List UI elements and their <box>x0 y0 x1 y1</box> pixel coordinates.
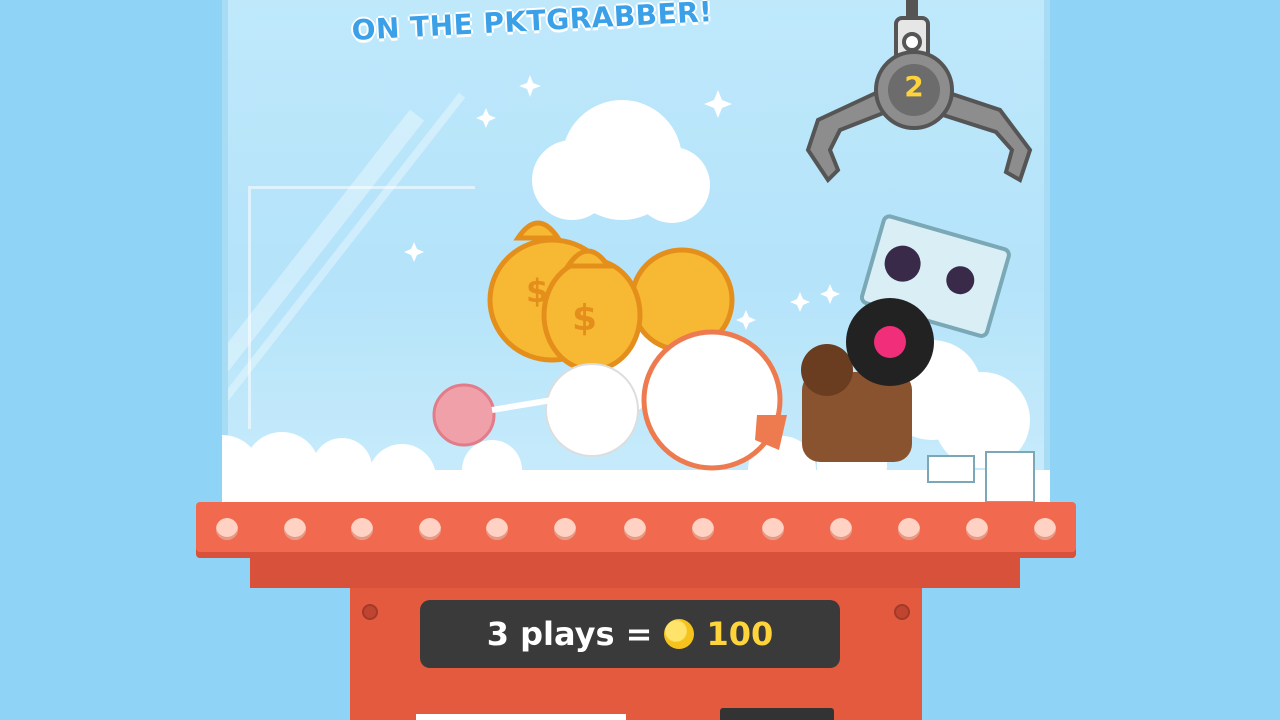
svg-text:$: $ <box>526 272 548 310</box>
coin-icon <box>664 619 695 649</box>
price-display[interactable]: 3 plays = 100 <box>420 600 840 668</box>
machine-rail <box>196 502 1076 558</box>
rail-light <box>830 518 852 540</box>
price-value: 100 <box>706 615 774 653</box>
rail-light <box>554 518 576 540</box>
play-button[interactable] <box>720 708 834 720</box>
rail-light <box>966 518 988 540</box>
rail-light <box>898 518 920 540</box>
vinyl-prize <box>846 298 934 386</box>
rail-light <box>284 518 306 540</box>
rail-light <box>419 518 441 540</box>
rail-light <box>692 518 714 540</box>
prize-pile: $ $ <box>222 100 1050 505</box>
lollipop-bunny-prize <box>432 363 639 457</box>
screw <box>362 604 378 620</box>
svg-text:$: $ <box>572 298 597 339</box>
coin-slot <box>416 714 626 720</box>
rail-light <box>351 518 373 540</box>
plays-label: 3 plays = <box>486 615 653 653</box>
rail-light <box>216 518 238 540</box>
machine-under-rail <box>250 558 1020 588</box>
rail-light <box>486 518 508 540</box>
rail-light <box>624 518 646 540</box>
screw <box>894 604 910 620</box>
rail-light <box>1034 518 1056 540</box>
rail-light <box>762 518 784 540</box>
